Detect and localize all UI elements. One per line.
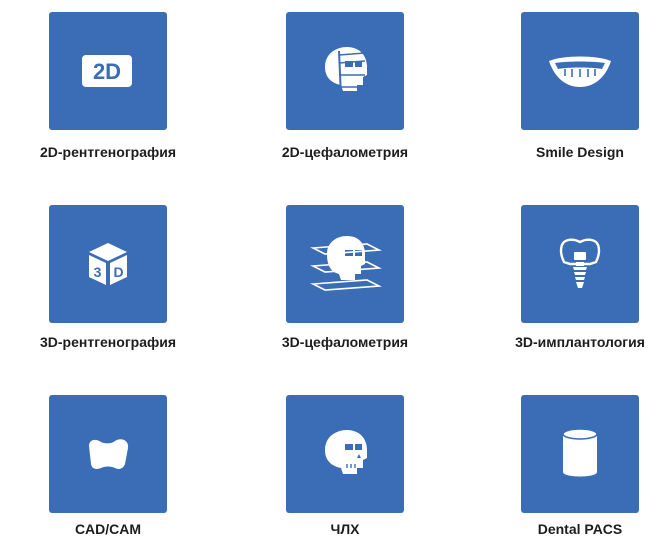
svg-text:2D: 2D: [93, 59, 121, 84]
svg-text:3: 3: [94, 264, 102, 280]
tile-label-3d-implantology: 3D-имплантология: [515, 334, 645, 350]
tile-label-3d-cephalometry: 3D-цефалометрия: [281, 334, 409, 350]
tile-cad-cam[interactable]: [49, 395, 167, 513]
tile-label-2d-radiography: 2D-рентгенография: [39, 144, 177, 160]
tile-smile-design[interactable]: [521, 12, 639, 130]
skull-layers-icon: [310, 236, 382, 291]
tile-2d-radiography[interactable]: 2D: [49, 12, 167, 130]
tile-label-cad-cam: CAD/CAM: [74, 521, 142, 537]
tile-dental-pacs[interactable]: [521, 395, 639, 513]
2d-badge-icon: 2D: [82, 55, 132, 87]
tile-3d-implantology[interactable]: [521, 205, 639, 323]
tile-label-maxillofacial-surgery: ЧЛХ: [330, 521, 360, 537]
tile-label-3d-radiography: 3D-рентгенография: [39, 334, 177, 350]
skull-caliper-icon: [325, 47, 367, 98]
skull-icon: [325, 430, 367, 474]
tile-2d-cephalometry[interactable]: [286, 12, 404, 130]
tile-3d-radiography[interactable]: 3 D: [49, 205, 167, 323]
tile-3d-cephalometry[interactable]: [286, 205, 404, 323]
tile-maxillofacial-surgery[interactable]: [286, 395, 404, 513]
tile-label-smile-design: Smile Design: [536, 144, 624, 160]
tile-label-dental-pacs: Dental PACS: [537, 521, 623, 537]
database-cylinder-icon: [562, 428, 598, 477]
svg-text:D: D: [113, 264, 123, 280]
dental-implant-icon: [559, 238, 601, 288]
tooth-crown-icon: [89, 439, 129, 469]
3d-cube-icon: 3 D: [89, 243, 127, 285]
smile-icon: [549, 56, 611, 87]
tile-label-2d-cephalometry: 2D-цефалометрия: [281, 144, 409, 160]
